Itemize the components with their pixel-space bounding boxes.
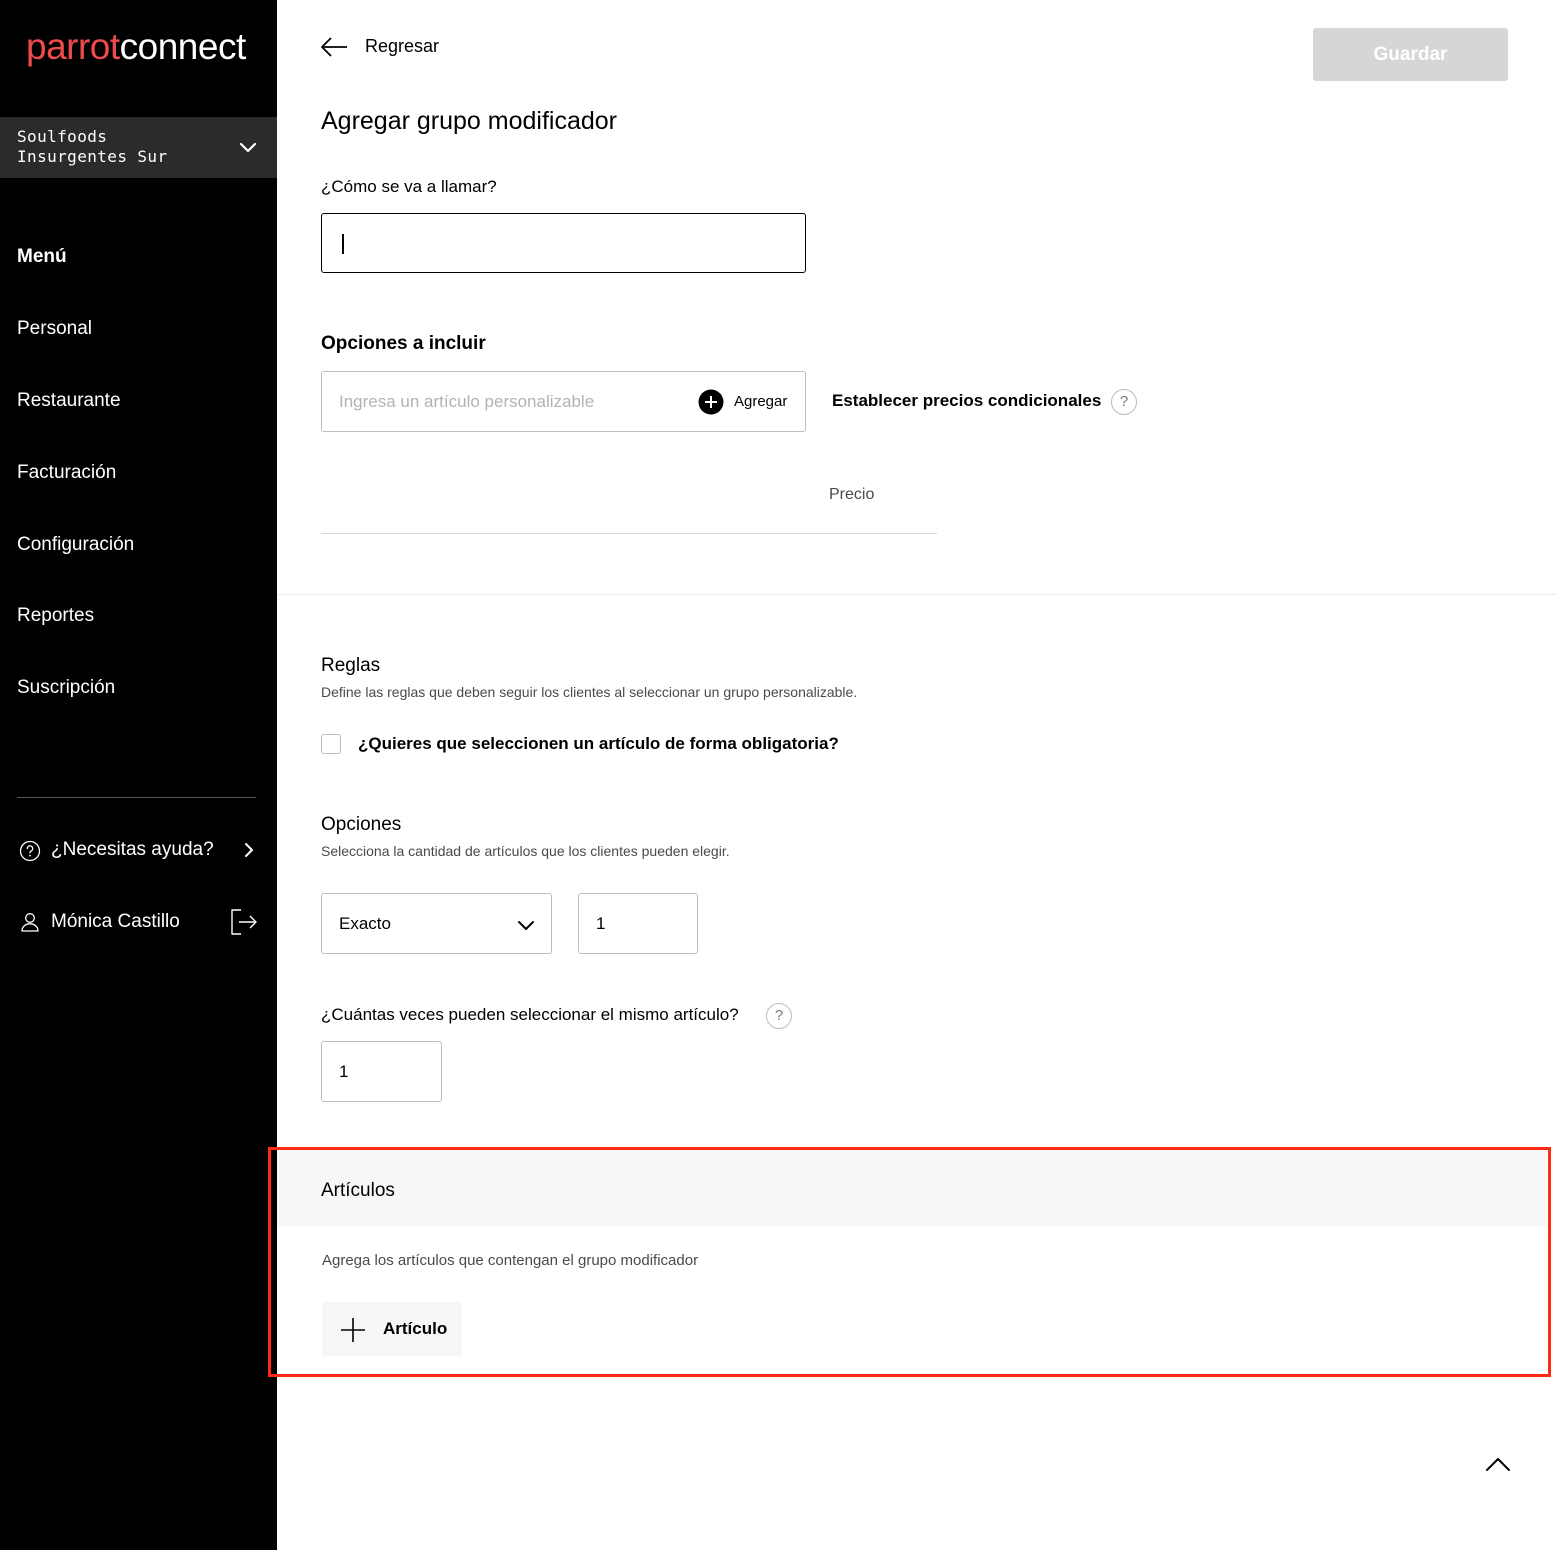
question-icon[interactable]: ?	[1111, 389, 1137, 415]
same-item-quantity-input[interactable]: 1	[321, 1041, 442, 1102]
sidebar-item-menu[interactable]: Menú	[17, 246, 67, 268]
selection-mode-select[interactable]: Exacto	[321, 893, 552, 954]
option-input-placeholder: Ingresa un artículo personalizable	[339, 392, 595, 411]
section-separator	[277, 594, 1556, 595]
branch-selector[interactable]: Soulfoods Insurgentes Sur	[0, 117, 277, 178]
save-button[interactable]: Guardar	[1313, 28, 1508, 81]
options-include-title: Opciones a incluir	[321, 333, 486, 354]
group-name-input[interactable]	[321, 213, 806, 273]
price-column-header: Precio	[829, 486, 875, 503]
add-option-label: Agregar	[734, 393, 788, 410]
same-item-quantity-value: 1	[339, 1062, 349, 1081]
back-label: Regresar	[365, 36, 440, 56]
user-icon	[21, 913, 39, 932]
options-quantity-input[interactable]: 1	[578, 893, 698, 954]
question-icon[interactable]: ?	[766, 1003, 792, 1029]
branch-name: Soulfoods Insurgentes Sur	[17, 127, 217, 167]
sidebar-item-personal[interactable]: Personal	[17, 318, 92, 340]
sidebar-item-configuracion[interactable]: Configuración	[17, 534, 134, 556]
sidebar: parrotconnect Soulfoods Insurgentes Sur …	[0, 0, 277, 1550]
help-link[interactable]: ¿Necesitas ayuda?	[17, 836, 259, 864]
options-quantity-value: 1	[596, 914, 606, 933]
name-label: ¿Cómo se va a llamar?	[321, 177, 497, 196]
rules-title: Reglas	[321, 655, 381, 676]
plus-circle-icon	[698, 389, 724, 415]
sidebar-item-restaurante[interactable]: Restaurante	[17, 390, 121, 412]
option-item-input[interactable]: Ingresa un artículo personalizable Agreg…	[321, 371, 806, 432]
logout-icon[interactable]	[229, 908, 259, 936]
selection-mode-value: Exacto	[339, 914, 391, 933]
chevron-down-icon	[518, 921, 534, 930]
chevron-up-icon[interactable]	[1484, 1452, 1512, 1476]
options-description: Selecciona la cantidad de artículos que …	[321, 843, 730, 859]
options-table-divider	[321, 533, 937, 534]
logo-parrot-text: parrot	[26, 26, 120, 67]
sidebar-item-reportes[interactable]: Reportes	[17, 605, 94, 627]
parrotconnect-logo[interactable]: parrotconnect	[26, 28, 246, 65]
branch-name-line2: Insurgentes Sur	[17, 147, 168, 166]
sidebar-item-suscripcion[interactable]: Suscripción	[17, 677, 115, 699]
chevron-right-icon	[245, 843, 253, 857]
arrow-left-icon	[321, 37, 347, 57]
options-title: Opciones	[321, 814, 402, 835]
required-checkbox[interactable]	[321, 734, 341, 754]
user-profile[interactable]: Mónica Castillo	[17, 908, 259, 938]
branch-name-line1: Soulfoods	[17, 127, 108, 146]
articles-highlight-box	[268, 1147, 1551, 1377]
sidebar-divider	[17, 797, 256, 798]
rules-description: Define las reglas que deben seguir los c…	[321, 684, 858, 700]
same-item-label: ¿Cuántas veces pueden seleccionar el mis…	[321, 1005, 739, 1024]
user-name: Mónica Castillo	[51, 911, 180, 932]
logo-connect-text: connect	[119, 26, 247, 67]
text-caret	[342, 234, 344, 254]
conditional-prices-label[interactable]: Establecer precios condicionales	[832, 391, 1101, 411]
required-checkbox-label[interactable]: ¿Quieres que seleccionen un artículo de …	[358, 734, 839, 754]
page-title: Agregar grupo modificador	[321, 107, 617, 135]
help-circle-icon	[19, 840, 41, 862]
chevron-down-icon	[239, 142, 257, 153]
help-label: ¿Necesitas ayuda?	[51, 839, 214, 860]
sidebar-item-facturacion[interactable]: Facturación	[17, 462, 116, 484]
